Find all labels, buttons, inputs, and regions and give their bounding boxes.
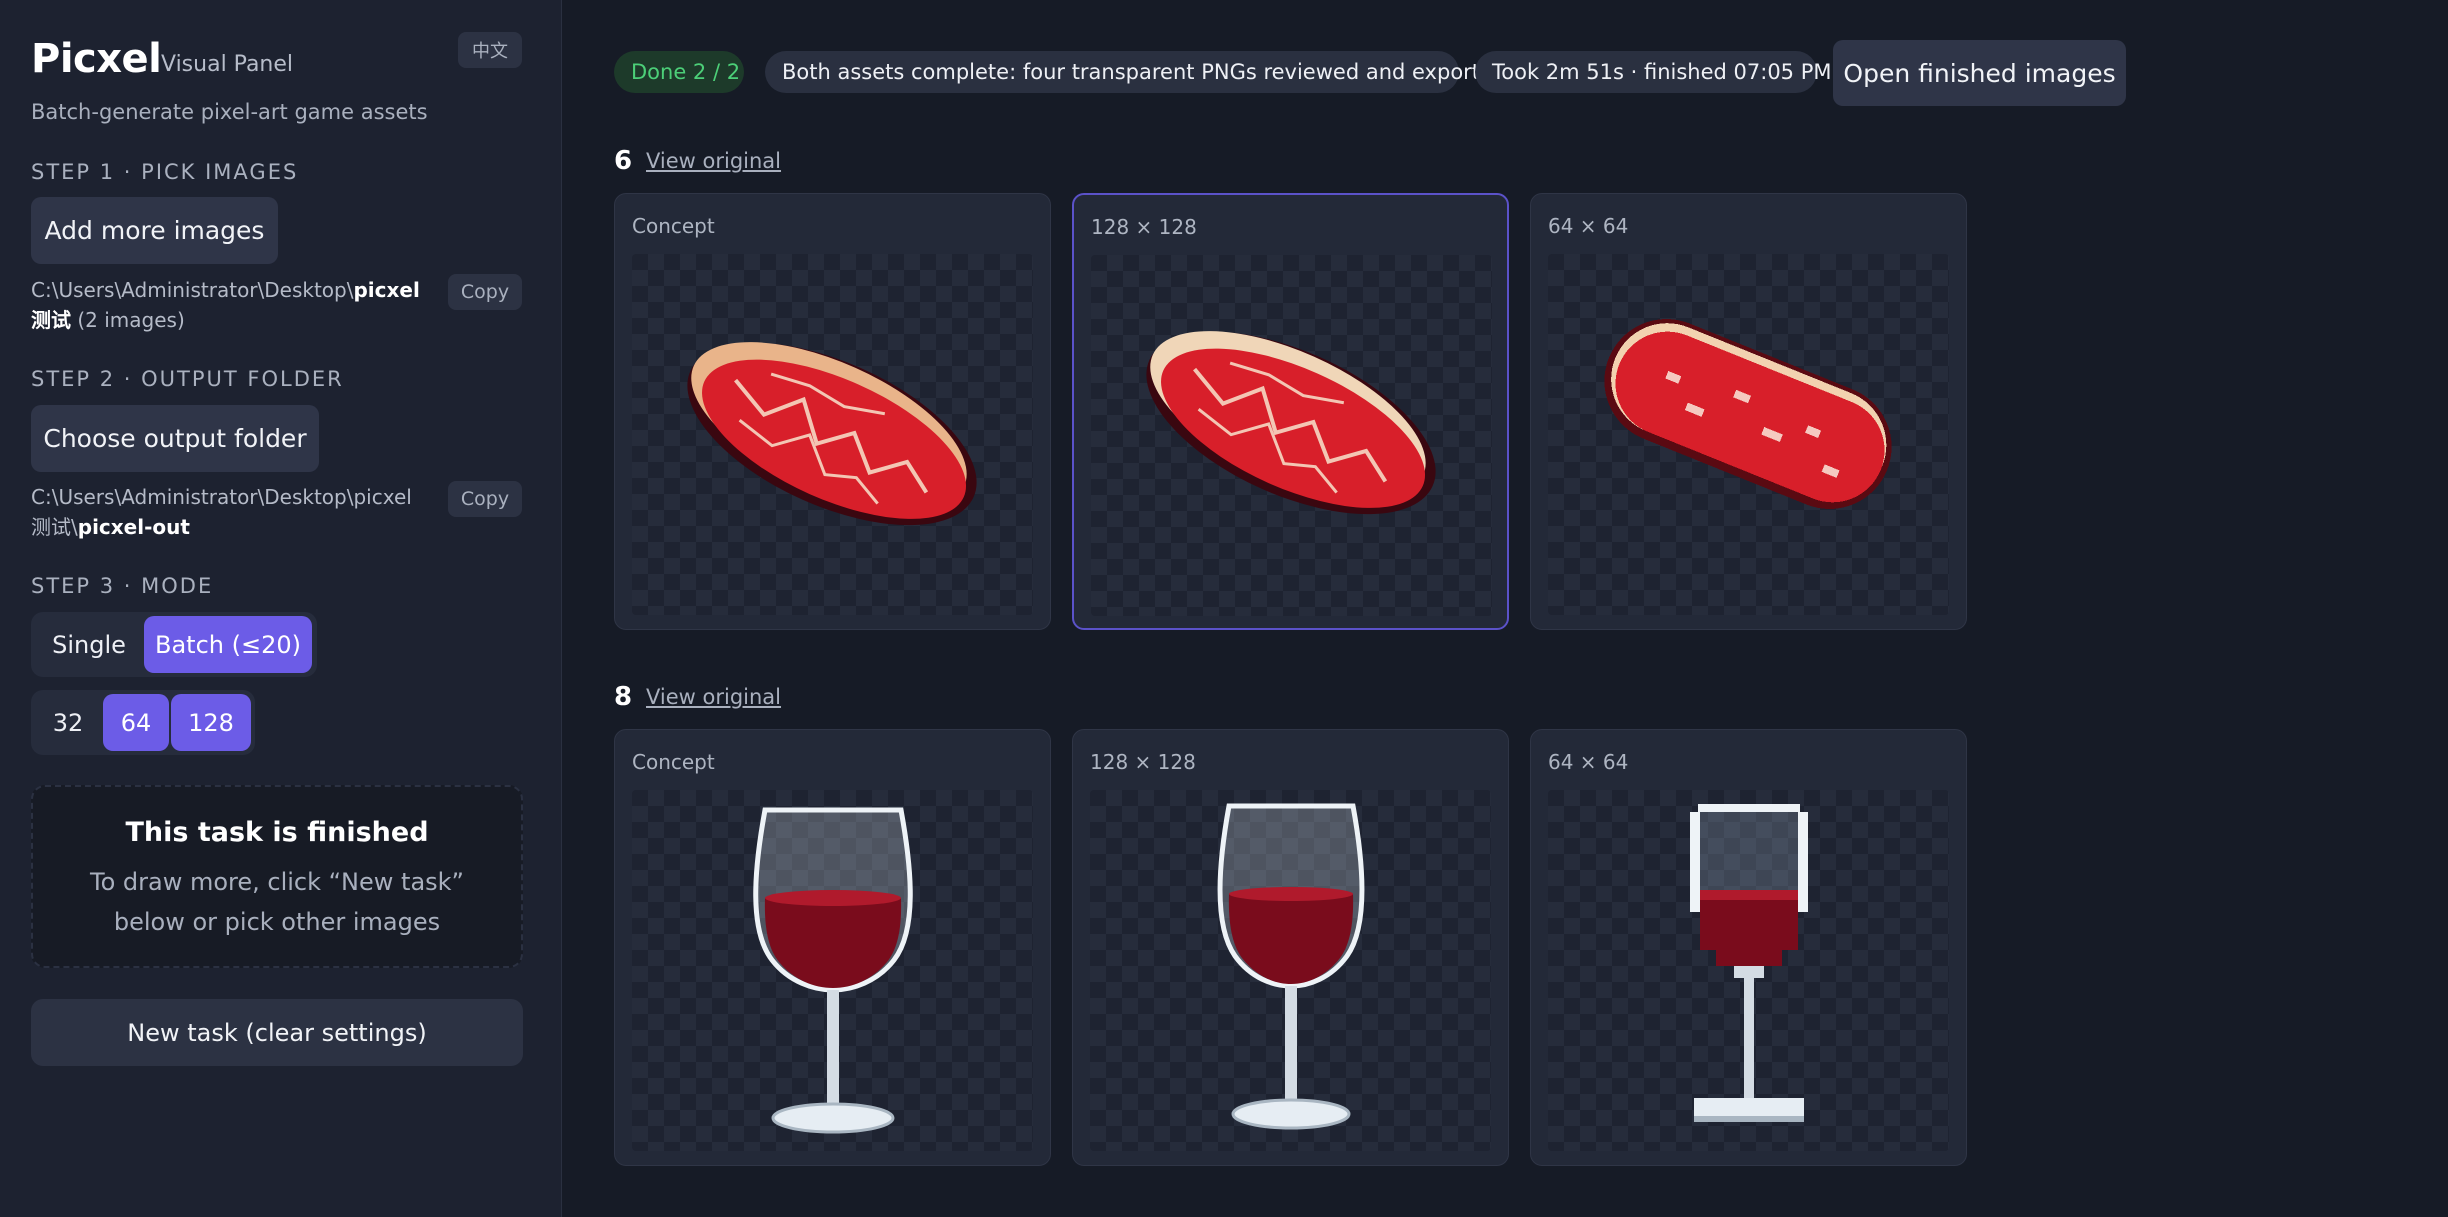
app-subtitle: Visual Panel <box>161 52 294 77</box>
card-label: 128 × 128 <box>1091 215 1197 239</box>
copy-input-path-button[interactable]: Copy <box>448 274 522 310</box>
image-preview <box>1548 790 1949 1151</box>
mode-batch-button[interactable]: Batch (≤20) <box>144 616 312 673</box>
image-preview <box>1090 790 1491 1151</box>
card-label: Concept <box>632 750 715 774</box>
step3-label: STEP 3 · MODE <box>31 574 214 598</box>
sidebar: Picxel Visual Panel 中文 Batch-generate pi… <box>0 0 562 1217</box>
result-card-concept[interactable]: Concept <box>614 193 1051 630</box>
size-128-button[interactable]: 128 <box>171 694 251 751</box>
card-label: 64 × 64 <box>1548 214 1629 238</box>
language-toggle-button[interactable]: 中文 <box>458 32 522 68</box>
app-tagline: Batch-generate pixel-art game assets <box>31 100 428 124</box>
app-title: Picxel <box>31 36 162 82</box>
image-preview <box>632 790 1033 1151</box>
task-finished-panel: This task is finished To draw more, clic… <box>31 785 523 968</box>
result-card-64[interactable]: 64 × 64 <box>1530 193 1967 630</box>
wine-glass-image <box>753 807 913 1134</box>
card-label: Concept <box>632 214 715 238</box>
card-label: 128 × 128 <box>1090 750 1196 774</box>
group-number: 6 <box>614 146 633 176</box>
result-card-128[interactable]: 128 × 128 <box>1072 729 1509 1166</box>
wine-glass-image <box>1690 804 1808 1122</box>
view-original-link[interactable]: View original <box>646 149 781 173</box>
input-path: C:\Users\Administrator\Desktop\picxel测试 … <box>31 278 420 332</box>
wine-glass-image <box>1217 803 1365 1130</box>
mode-single-button[interactable]: Single <box>35 616 143 673</box>
new-task-button[interactable]: New task (clear settings) <box>31 999 523 1066</box>
copy-output-path-button[interactable]: Copy <box>448 481 522 517</box>
card-label: 64 × 64 <box>1548 750 1629 774</box>
result-card-128[interactable]: 128 × 128 <box>1072 193 1509 630</box>
step1-label: STEP 1 · PICK IMAGES <box>31 160 299 184</box>
steak-image <box>1146 331 1436 515</box>
image-preview <box>1548 254 1949 615</box>
task-finished-title: This task is finished <box>125 817 429 848</box>
status-message: Both assets complete: four transparent P… <box>765 51 1513 93</box>
steak-image <box>1604 319 1892 509</box>
choose-output-folder-button[interactable]: Choose output folder <box>31 405 319 472</box>
image-preview <box>1091 255 1492 616</box>
mode-selector: Single Batch (≤20) <box>31 612 317 677</box>
open-finished-images-button[interactable]: Open finished images <box>1833 40 2126 106</box>
image-preview <box>632 254 1033 615</box>
size-selector: 32 64 128 <box>31 690 255 755</box>
group-number: 8 <box>614 682 633 712</box>
size-64-button[interactable]: 64 <box>103 694 169 751</box>
add-more-images-button[interactable]: Add more images <box>31 197 278 264</box>
output-path: C:\Users\Administrator\Desktop\picxel测试\… <box>31 485 412 539</box>
result-card-concept[interactable]: Concept <box>614 729 1051 1166</box>
result-card-64[interactable]: 64 × 64 <box>1530 729 1967 1166</box>
progress-badge: Done 2 / 2 <box>614 51 744 93</box>
task-finished-description: To draw more, click “New task” below or … <box>89 868 464 936</box>
step2-label: STEP 2 · OUTPUT FOLDER <box>31 367 344 391</box>
steak-image <box>687 342 977 526</box>
timing-badge: Took 2m 51s · finished 07:05 PM <box>1475 51 1832 93</box>
view-original-link[interactable]: View original <box>646 685 781 709</box>
size-32-button[interactable]: 32 <box>35 694 101 751</box>
